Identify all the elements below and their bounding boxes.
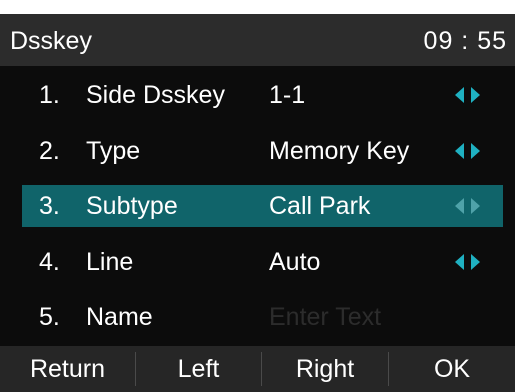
softkey-bar: Return Left Right OK <box>0 346 515 392</box>
row-value: 1-1 <box>269 81 306 109</box>
title-bar: Dsskey 09 : 55 <box>0 14 515 66</box>
page-title: Dsskey <box>10 27 92 55</box>
left-right-arrows-icon[interactable] <box>455 87 487 103</box>
arrow-left-icon <box>455 87 464 103</box>
row-number: 3. <box>39 192 60 220</box>
arrow-left-icon <box>455 198 464 214</box>
arrow-right-icon <box>471 87 480 103</box>
row-label: Line <box>86 248 134 276</box>
left-button[interactable]: Left <box>136 346 261 392</box>
left-right-arrows-icon[interactable] <box>455 143 487 159</box>
row-label: Side Dsskey <box>86 81 225 109</box>
row-label: Name <box>86 303 153 331</box>
row-number: 2. <box>39 137 60 165</box>
clock: 09 : 55 <box>423 27 507 55</box>
row-value: Memory Key <box>269 137 410 165</box>
row-value: Auto <box>269 248 321 276</box>
row-label: Subtype <box>86 192 178 220</box>
menu-row-side-dsskey[interactable]: 1. Side Dsskey 1-1 <box>22 74 503 116</box>
arrow-left-icon <box>455 254 464 270</box>
arrow-right-icon <box>471 143 480 159</box>
ok-button[interactable]: OK <box>389 346 515 392</box>
phone-screen: Dsskey 09 : 55 1. Side Dsskey 1-1 2. Typ… <box>0 14 515 392</box>
left-right-arrows-icon[interactable] <box>455 198 487 214</box>
row-number: 5. <box>39 303 60 331</box>
row-value: Call Park <box>269 192 371 220</box>
row-label: Type <box>86 137 141 165</box>
menu-row-subtype[interactable]: 3. Subtype Call Park <box>22 185 503 227</box>
arrow-left-icon <box>455 143 464 159</box>
arrow-right-icon <box>471 198 480 214</box>
menu-row-name[interactable]: 5. Name Enter Text <box>22 296 503 338</box>
menu-row-line[interactable]: 4. Line Auto <box>22 241 503 283</box>
name-input[interactable]: Enter Text <box>269 303 381 332</box>
return-button[interactable]: Return <box>0 346 135 392</box>
row-number: 1. <box>39 81 60 109</box>
arrow-right-icon <box>471 254 480 270</box>
menu-row-type[interactable]: 2. Type Memory Key <box>22 130 503 172</box>
left-right-arrows-icon[interactable] <box>455 254 487 270</box>
row-number: 4. <box>39 248 60 276</box>
right-button[interactable]: Right <box>262 346 388 392</box>
